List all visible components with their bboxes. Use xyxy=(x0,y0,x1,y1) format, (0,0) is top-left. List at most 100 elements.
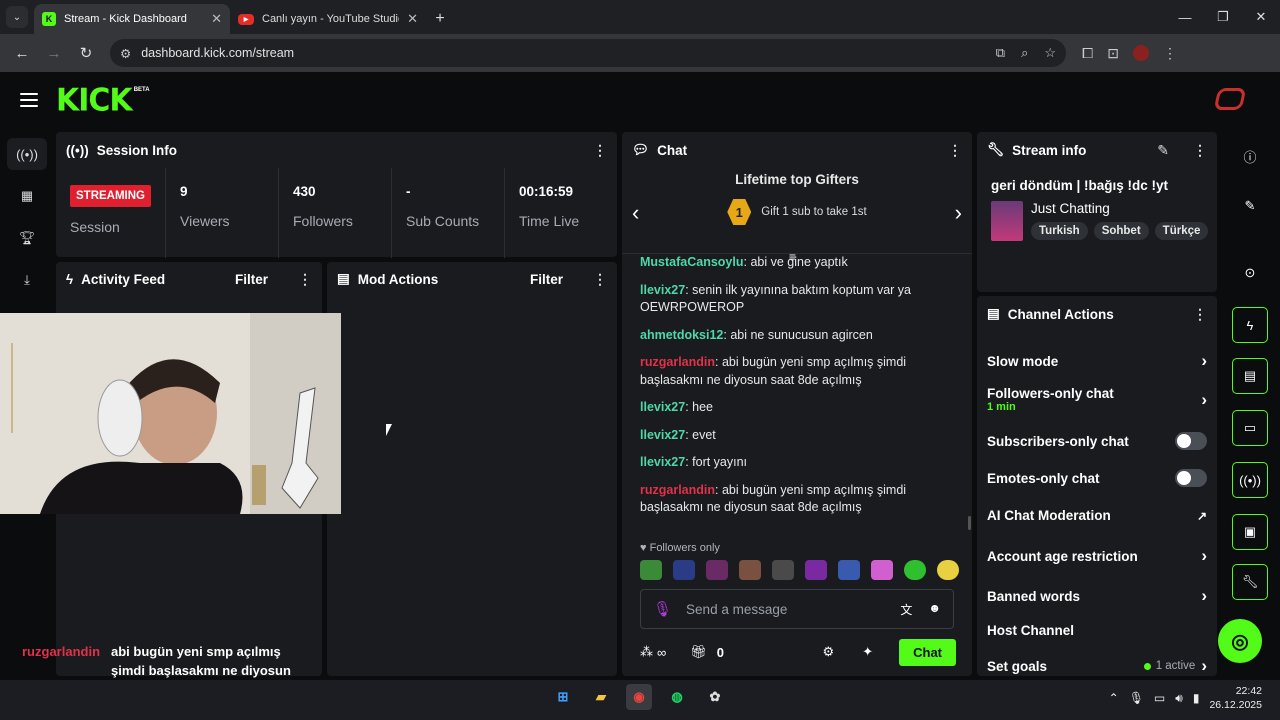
stream-tag[interactable]: Turkish xyxy=(1031,222,1088,240)
zoom-icon[interactable]: ⌕ xyxy=(1021,45,1028,61)
filter-button[interactable]: Filter xyxy=(530,272,563,287)
previous-arrow-icon[interactable]: ‹ xyxy=(632,200,639,226)
chat-username[interactable]: ahmetdoksi12 xyxy=(640,328,723,342)
slow-mode-row[interactable]: Slow mode › xyxy=(977,351,1217,371)
more-options-icon[interactable]: ⋮ xyxy=(593,271,607,288)
message-input[interactable]: 🎙︎ Send a message 文 ☻ xyxy=(640,589,954,629)
more-options-icon[interactable]: ⋮ xyxy=(948,142,962,159)
restore-icon[interactable]: ❐ xyxy=(1204,0,1242,34)
support-chat-button[interactable]: ◎ xyxy=(1218,619,1262,663)
send-chat-button[interactable]: Chat xyxy=(899,638,956,666)
emotes-only-toggle[interactable] xyxy=(1175,469,1207,487)
new-tab-button[interactable]: + xyxy=(426,5,454,33)
gift-icon[interactable]: 🎁︎ xyxy=(690,644,707,660)
puzzle-icon[interactable]: ✦ xyxy=(862,644,873,660)
video-icon[interactable]: ▣ xyxy=(1232,514,1268,550)
account-age-row[interactable]: Account age restriction › xyxy=(977,546,1217,566)
chrome-icon[interactable]: ◉ xyxy=(626,684,652,710)
menu-icon[interactable] xyxy=(20,93,38,107)
banned-words-row[interactable]: Banned words › xyxy=(977,586,1217,606)
chat-icon[interactable]: ▭ xyxy=(1232,410,1268,446)
reload-icon[interactable]: ↻ xyxy=(72,39,100,67)
volume-icon[interactable]: 🔊︎ xyxy=(1175,691,1183,706)
host-channel-row[interactable]: Host Channel xyxy=(977,623,1217,638)
battery-icon[interactable]: ▮ xyxy=(1193,691,1200,705)
upload-nav-icon[interactable]: ⤓ xyxy=(7,264,47,296)
channel-points-icon[interactable]: ⁂ xyxy=(640,644,653,660)
analytics-nav-icon[interactable]: ▦ xyxy=(7,180,47,212)
chat-username[interactable]: MustafaCansoylu xyxy=(640,255,744,269)
forward-icon[interactable]: → xyxy=(40,39,68,67)
emote-icon[interactable] xyxy=(805,560,827,580)
chat-username[interactable]: ruzgarlandin xyxy=(640,483,715,497)
windows-start-icon[interactable]: ⊞ xyxy=(550,684,576,710)
bookmark-star-icon[interactable]: ☆ xyxy=(1044,45,1056,61)
filter-button[interactable]: Filter xyxy=(235,272,268,287)
close-tab-icon[interactable]: ✕ xyxy=(407,11,418,27)
camera-icon[interactable]: ⊙ xyxy=(1232,255,1268,291)
more-options-icon[interactable]: ⋮ xyxy=(593,142,607,159)
emote-icon[interactable] xyxy=(772,560,794,580)
profile-avatar[interactable] xyxy=(1132,45,1149,61)
close-tab-icon[interactable]: ✕ xyxy=(211,11,222,27)
file-explorer-icon[interactable]: ▰ xyxy=(588,684,614,710)
chat-username[interactable]: llevix27 xyxy=(640,455,685,469)
translate-icon[interactable]: 文 xyxy=(900,601,912,618)
screenshot-icon[interactable]: ⊡ xyxy=(1107,45,1119,62)
document-icon[interactable]: ▤ xyxy=(1232,358,1268,394)
translate-icon[interactable]: ⧉ xyxy=(996,45,1005,61)
site-info-icon[interactable]: ⚙ xyxy=(120,46,131,61)
emote-icon[interactable] xyxy=(706,560,728,580)
chevron-up-icon[interactable]: ⌃ xyxy=(1109,691,1119,705)
more-options-icon[interactable]: ⋮ xyxy=(1193,142,1207,159)
followers-only-row[interactable]: Followers-only chat 1 min › xyxy=(977,386,1217,413)
tab-search-button[interactable]: ⌄ xyxy=(6,6,28,28)
kick-logo[interactable]: KICK xyxy=(56,82,133,119)
info-icon[interactable]: ⓘ xyxy=(1232,138,1268,174)
system-clock[interactable]: 22:42 26.12.2025 xyxy=(1209,684,1262,712)
settings-icon[interactable]: ⚙ xyxy=(823,644,835,660)
tab-youtube-studio[interactable]: ▶ Canlı yayın - YouTube Studio ✕ xyxy=(230,4,426,34)
ai-moderation-row[interactable]: AI Chat Moderation ↗ xyxy=(977,508,1217,523)
chat-username[interactable]: llevix27 xyxy=(640,428,685,442)
emoji-icon[interactable]: ☻ xyxy=(928,601,941,618)
browser-menu-icon[interactable]: ⋮ xyxy=(1163,45,1177,62)
more-options-icon[interactable]: ⋮ xyxy=(298,271,312,288)
emote-icon[interactable] xyxy=(871,560,893,580)
microphone-icon[interactable]: 🎙︎ xyxy=(1129,691,1144,705)
set-goals-row[interactable]: Set goals 1 active › xyxy=(977,656,1217,676)
chat-username[interactable]: llevix27 xyxy=(640,283,685,297)
app-icon[interactable]: ✿ xyxy=(702,684,728,710)
extensions-icon[interactable]: ⧠ xyxy=(1082,45,1093,62)
subscribers-only-toggle[interactable] xyxy=(1175,432,1207,450)
url-field[interactable]: ⚙ dashboard.kick.com/stream ⧉ ⌕ ☆ xyxy=(110,39,1066,67)
emote-icon[interactable] xyxy=(838,560,860,580)
emote-icon[interactable] xyxy=(739,560,761,580)
back-icon[interactable]: ← xyxy=(8,39,36,67)
category-name[interactable]: Just Chatting xyxy=(1031,201,1208,216)
stream-tag[interactable]: Sohbet xyxy=(1093,222,1149,240)
spotify-icon[interactable]: ◍ xyxy=(664,684,690,710)
chat-username[interactable]: ruzgarlandin xyxy=(640,355,715,369)
trophy-nav-icon[interactable]: 🏆︎ xyxy=(7,222,47,254)
tab-kick-dashboard[interactable]: K Stream - Kick Dashboard ✕ xyxy=(34,4,230,34)
chat-username[interactable]: llevix27 xyxy=(640,400,685,414)
edit-pencil-icon[interactable]: ✎ xyxy=(1157,142,1169,159)
chat-scrollbar[interactable] xyxy=(968,516,971,530)
microphone-icon[interactable]: 🎙︎ xyxy=(653,600,672,618)
emote-icon[interactable] xyxy=(640,560,662,580)
broadcast-icon[interactable]: ((•)) xyxy=(1232,462,1268,498)
close-window-icon[interactable]: ✕ xyxy=(1242,0,1280,34)
stream-tag[interactable]: Türkçe xyxy=(1154,222,1209,240)
network-icon[interactable]: ▭ xyxy=(1154,691,1165,705)
more-options-icon[interactable]: ⋮ xyxy=(1193,306,1207,323)
stream-nav-icon[interactable]: ((•)) xyxy=(7,138,47,170)
lightning-icon[interactable]: ϟ xyxy=(1232,307,1268,343)
wrench-icon[interactable]: 🔧︎ xyxy=(1232,564,1268,600)
emote-icon[interactable] xyxy=(937,560,959,580)
minimize-icon[interactable]: — xyxy=(1166,0,1204,34)
edit-icon[interactable]: ✎ xyxy=(1232,188,1268,224)
next-arrow-icon[interactable]: › xyxy=(955,200,962,226)
emote-icon[interactable] xyxy=(904,560,926,580)
emote-icon[interactable] xyxy=(673,560,695,580)
